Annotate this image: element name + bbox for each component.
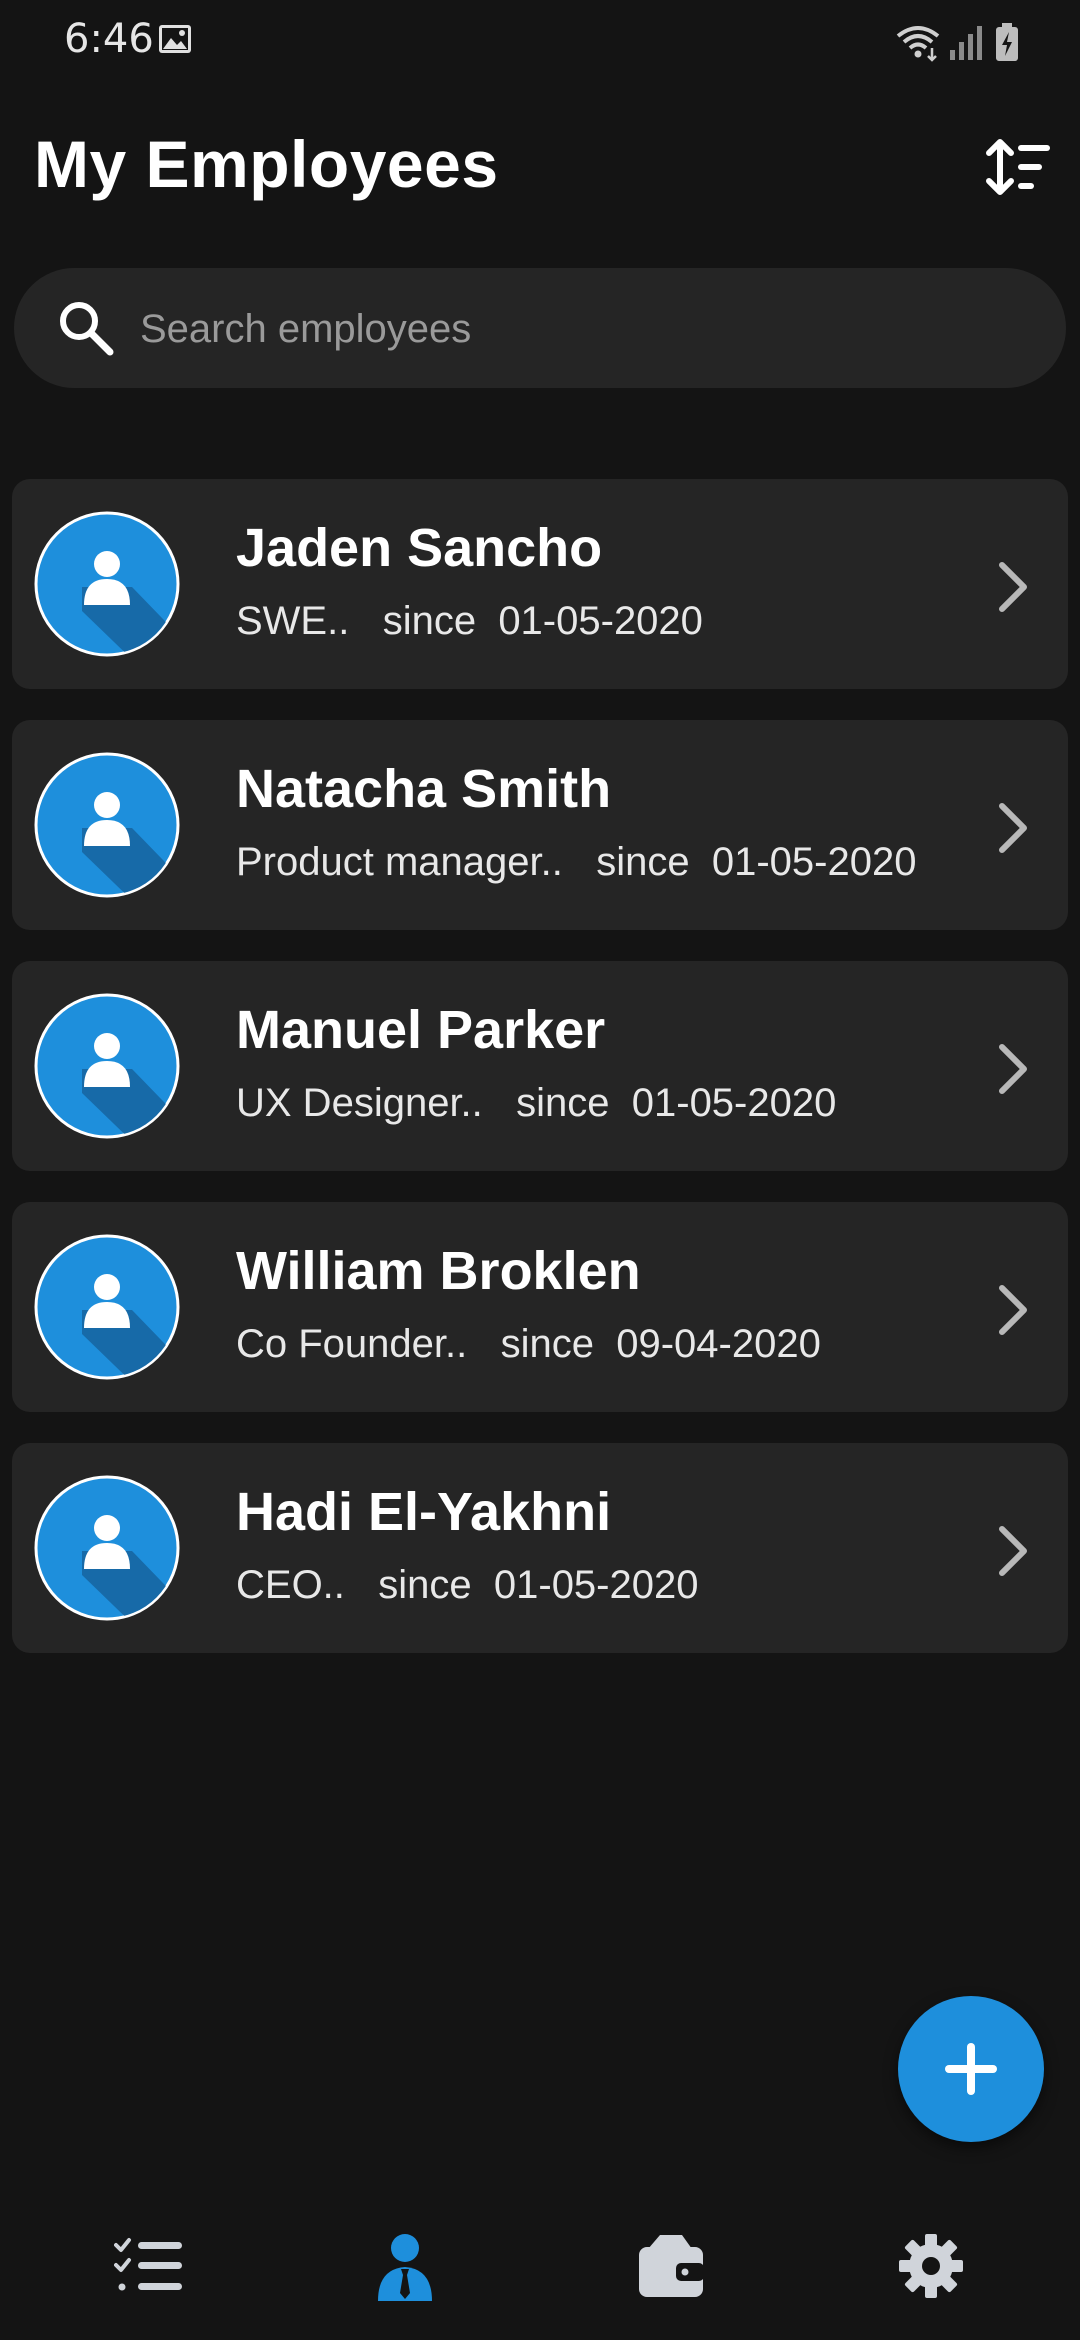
wifi-icon: [896, 26, 940, 62]
employee-card[interactable]: William Broklen Co Founder.. since 09-04…: [12, 1202, 1068, 1412]
employee-since-label: since: [378, 1563, 472, 1607]
signal-icon: [950, 26, 982, 60]
employee-card[interactable]: Manuel Parker UX Designer.. since 01-05-…: [12, 961, 1068, 1171]
avatar: [34, 752, 180, 898]
employee-subtitle: UX Designer.. since 01-05-2020: [236, 1081, 836, 1126]
employee-date: 01-05-2020: [498, 599, 703, 643]
employee-date: 09-04-2020: [616, 1322, 821, 1366]
status-time: 6:46: [64, 16, 154, 62]
chevron-right-icon: [999, 803, 1027, 853]
gallery-icon: [159, 25, 191, 53]
employee-date: 01-05-2020: [493, 1563, 699, 1607]
wallet-icon: [639, 2235, 704, 2297]
employee-name: Hadi El-Yakhni: [236, 1482, 612, 1542]
employee-role: UX Designer..: [236, 1081, 483, 1125]
bottom-nav: [0, 2190, 1080, 2340]
chevron-right-icon: [999, 1285, 1027, 1335]
avatar: [34, 511, 180, 657]
employee-subtitle: Product manager.. since 01-05-2020: [236, 840, 916, 885]
chevron-right-icon: [999, 1044, 1027, 1094]
employee-card[interactable]: Jaden Sancho SWE.. since 01-05-2020: [12, 479, 1068, 689]
add-employee-button[interactable]: [898, 1996, 1044, 2142]
nav-item-employees[interactable]: [360, 2226, 450, 2306]
search-icon: [60, 302, 114, 356]
employee-subtitle: Co Founder.. since 09-04-2020: [236, 1322, 821, 1367]
employee-subtitle: SWE.. since 01-05-2020: [236, 599, 703, 644]
employee-name: Manuel Parker: [236, 1000, 606, 1060]
employee-card[interactable]: Natacha Smith Product manager.. since 01…: [12, 720, 1068, 930]
employee-name: Jaden Sancho: [236, 518, 603, 578]
employee-date: 01-05-2020: [631, 1081, 837, 1125]
sort-icon: [986, 139, 1050, 195]
employee-since-label: since: [516, 1081, 610, 1125]
employee-role: SWE..: [236, 599, 350, 643]
nav-item-wallet[interactable]: [626, 2226, 716, 2306]
employee-list: Jaden Sancho SWE.. since 01-05-2020 Nata…: [12, 479, 1068, 1684]
tasks-icon: [114, 2238, 182, 2291]
nav-item-tasks[interactable]: [104, 2226, 194, 2306]
status-bar: 6:46: [0, 0, 1080, 86]
employee-role: Product manager..: [236, 840, 563, 884]
avatar: [34, 1475, 180, 1621]
header: My Employees: [0, 110, 1080, 220]
chevron-right-icon: [999, 562, 1027, 612]
employee-date: 01-05-2020: [711, 840, 917, 884]
avatar: [34, 993, 180, 1139]
page-title: My Employees: [34, 127, 499, 201]
employee-role: CEO..: [236, 1563, 345, 1607]
battery-charging-icon: [996, 23, 1018, 61]
employee-card[interactable]: Hadi El-Yakhni CEO.. since 01-05-2020: [12, 1443, 1068, 1653]
plus-icon: [945, 2043, 997, 2095]
employee-name: Natacha Smith: [236, 759, 612, 819]
employees-icon: [378, 2234, 432, 2301]
app-screen: 6:46 My Employees Search employees Jaden…: [0, 0, 1080, 2340]
employee-role: Co Founder..: [236, 1322, 468, 1366]
chevron-right-icon: [999, 1526, 1027, 1576]
avatar: [34, 1234, 180, 1380]
settings-icon: [899, 2234, 963, 2298]
sort-button[interactable]: [980, 128, 1058, 206]
search-input[interactable]: [138, 288, 1022, 370]
employee-name: William Broklen: [236, 1241, 641, 1301]
status-icons: [894, 22, 1024, 62]
employee-since-label: since: [596, 840, 690, 884]
search-bar: [14, 268, 1066, 388]
employee-subtitle: CEO.. since 01-05-2020: [236, 1563, 698, 1608]
employee-since-label: since: [382, 599, 477, 643]
nav-item-settings[interactable]: [886, 2226, 976, 2306]
employee-since-label: since: [500, 1322, 594, 1366]
